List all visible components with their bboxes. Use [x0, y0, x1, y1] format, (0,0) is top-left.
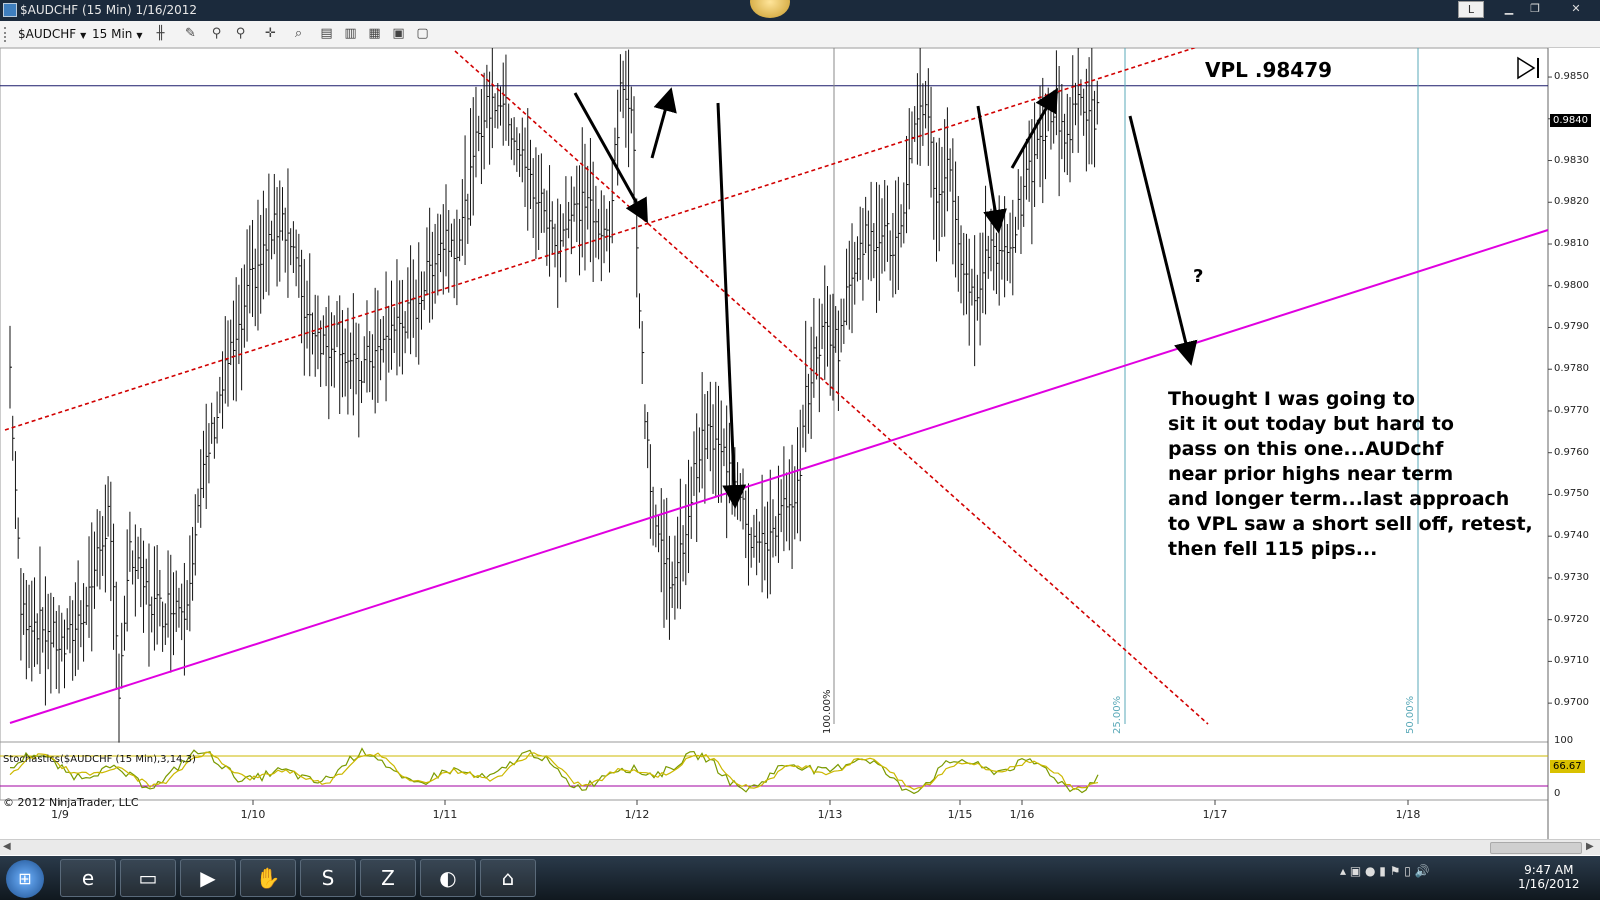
y-tick-label: 0.9770	[1554, 404, 1589, 416]
y-tick-label: 0.9740	[1554, 530, 1589, 542]
zoom-out-icon[interactable]: ⚲	[232, 26, 249, 42]
title-bar: $AUDCHF (15 Min) 1/16/2012 L ▁ ❐ ✕	[0, 0, 1600, 21]
data-box-icon[interactable]: ▦	[366, 26, 383, 42]
x-tick-label: 1/13	[817, 808, 843, 821]
y-tick-label: 0.9780	[1554, 363, 1589, 375]
minimize-icon[interactable]: ▁	[1496, 0, 1522, 19]
annotation-arrow	[650, 87, 677, 159]
note-line: pass on this one...AUDchf	[1168, 438, 1444, 460]
x-tick-label: 1/17	[1202, 808, 1228, 821]
chevron-down-icon: ▼	[80, 31, 87, 40]
app-z-icon[interactable]: Z	[360, 859, 416, 897]
app-icon	[3, 3, 17, 17]
close-icon[interactable]: ✕	[1554, 0, 1598, 19]
x-tick-label: 1/18	[1395, 808, 1421, 821]
y-tick-label: 0.9800	[1554, 279, 1589, 291]
copyright-text: © 2012 NinjaTrader, LLC	[3, 796, 139, 809]
trade-note: Thought I was going to sit it out today …	[1168, 387, 1533, 562]
note-line: near prior highs near term	[1168, 463, 1454, 485]
pencil-icon[interactable]: ✎	[182, 26, 199, 42]
x-tick-label: 1/12	[624, 808, 650, 821]
y-tick-label: 0.9760	[1554, 446, 1589, 458]
note-line: to VPL saw a short sell off, retest,	[1168, 513, 1533, 535]
scroll-thumb[interactable]	[1490, 842, 1582, 854]
last-price-marker: 0.9840	[1550, 114, 1591, 127]
y-tick-label: 0.9830	[1554, 154, 1589, 166]
system-tray[interactable]: ▴ ▣ ● ▮ ⚑ ▯ 🔊	[1340, 864, 1430, 878]
interval-label: 15 Min	[92, 27, 133, 41]
properties-icon[interactable]: ▣	[390, 26, 407, 42]
bar-type-icon[interactable]: ╫	[152, 26, 169, 42]
layout-button[interactable]: L	[1458, 1, 1484, 18]
instrument-selector[interactable]: $AUDCHF ▼	[18, 27, 86, 41]
x-tick-label: 1/11	[432, 808, 458, 821]
start-button[interactable]: ⊞	[6, 860, 44, 898]
y-tick-label: 0.9790	[1554, 321, 1589, 333]
stochastics-title: Stochastics($AUDCHF (15 Min),3,14,3)	[3, 754, 196, 765]
y-tick-label: 0.9710	[1554, 655, 1589, 667]
clock-time: 9:47 AM	[1524, 863, 1574, 877]
x-tick-label: 1/16	[1009, 808, 1035, 821]
fib-label-25: 25.00%	[1112, 695, 1123, 734]
skype-icon[interactable]: S	[300, 859, 356, 897]
hand-tool-icon[interactable]: ✋	[240, 859, 296, 897]
zoom-in-icon[interactable]: ⚲	[208, 26, 225, 42]
chart-toolbar: $AUDCHF ▼ 15 Min ▼ ╫ ✎ ⚲ ⚲ ✛ ⌕ ▤ ▥ ▦ ▣ ▢	[0, 21, 1600, 48]
chart-trader-icon[interactable]: ▢	[414, 26, 431, 42]
chevron-down-icon: ▼	[136, 31, 143, 40]
media-player-icon[interactable]: ▶	[180, 859, 236, 897]
stoch-scale-100: 100	[1554, 735, 1574, 746]
crosshair-icon[interactable]: ✛	[262, 26, 279, 42]
indicators-icon[interactable]: ▤	[318, 26, 335, 42]
magnify-icon[interactable]: ⌕	[290, 26, 307, 42]
stoch-scale-0: 0	[1554, 788, 1561, 799]
fib-label-50: 50.00%	[1405, 695, 1416, 734]
question-annotation: ?	[1193, 266, 1204, 287]
interval-selector[interactable]: 15 Min ▼	[92, 27, 143, 41]
decorative-orb	[750, 0, 790, 18]
y-tick-label: 0.9730	[1554, 571, 1589, 583]
note-line: then fell 115 pips...	[1168, 538, 1378, 560]
jump-to-end-icon	[1517, 56, 1536, 80]
restore-icon[interactable]: ❐	[1522, 0, 1548, 19]
file-explorer-icon[interactable]: ▭	[120, 859, 176, 897]
scroll-left-icon[interactable]: ◀	[3, 841, 11, 852]
y-tick-label: 0.9700	[1554, 697, 1589, 709]
fib-label-100: 100.00%	[822, 689, 833, 735]
scroll-right-icon[interactable]: ▶	[1586, 841, 1594, 852]
y-tick-label: 0.9850	[1554, 71, 1589, 83]
vpl-annotation: VPL .98479	[1205, 58, 1333, 82]
internet-explorer-icon[interactable]: e	[60, 859, 116, 897]
window-title: $AUDCHF (15 Min) 1/16/2012	[20, 3, 198, 17]
instrument-label: $AUDCHF	[18, 27, 77, 41]
annotation-arrow	[1128, 115, 1198, 366]
x-tick-label: 1/15	[947, 808, 973, 821]
ninjatrader-window: $AUDCHF (15 Min) 1/16/2012 L ▁ ❐ ✕ $AUDC…	[0, 0, 1600, 900]
y-tick-label: 0.9820	[1554, 196, 1589, 208]
y-tick-label: 0.9810	[1554, 238, 1589, 249]
note-line: Thought I was going to	[1168, 388, 1415, 410]
x-tick-label: 1/9	[51, 808, 69, 821]
x-tick-label: 1/10	[240, 808, 266, 821]
toolbar-grip[interactable]	[4, 27, 7, 42]
stochastics-value-marker: 66.67	[1550, 760, 1585, 773]
clock-date: 1/16/2012	[1518, 877, 1580, 891]
price-chart[interactable]: 0.9850 0.9840 0.9830 0.9820 0.9810 0.9800 0.97…	[0, 48, 1600, 840]
strategies-icon[interactable]: ▥	[342, 26, 359, 42]
annotation-arrow	[976, 105, 1007, 234]
note-line: and longer term...last approach	[1168, 488, 1510, 510]
windows-taskbar: ⊞ e ▭ ▶ ✋ S Z ◐ ⌂ ▴ ▣ ● ▮ ⚑ ▯ 🔊 9:47 AM …	[0, 856, 1600, 900]
system-clock[interactable]: 9:47 AM 1/16/2012	[1518, 863, 1580, 891]
app-red-icon[interactable]: ◐	[420, 859, 476, 897]
note-line: sit it out today but hard to	[1168, 413, 1454, 435]
ninjatrader-task-icon[interactable]: ⌂	[480, 859, 536, 897]
horizontal-scrollbar[interactable]: ◀ ▶	[0, 839, 1600, 855]
y-tick-label: 0.9720	[1554, 613, 1589, 625]
y-tick-label: 0.9750	[1554, 488, 1589, 500]
